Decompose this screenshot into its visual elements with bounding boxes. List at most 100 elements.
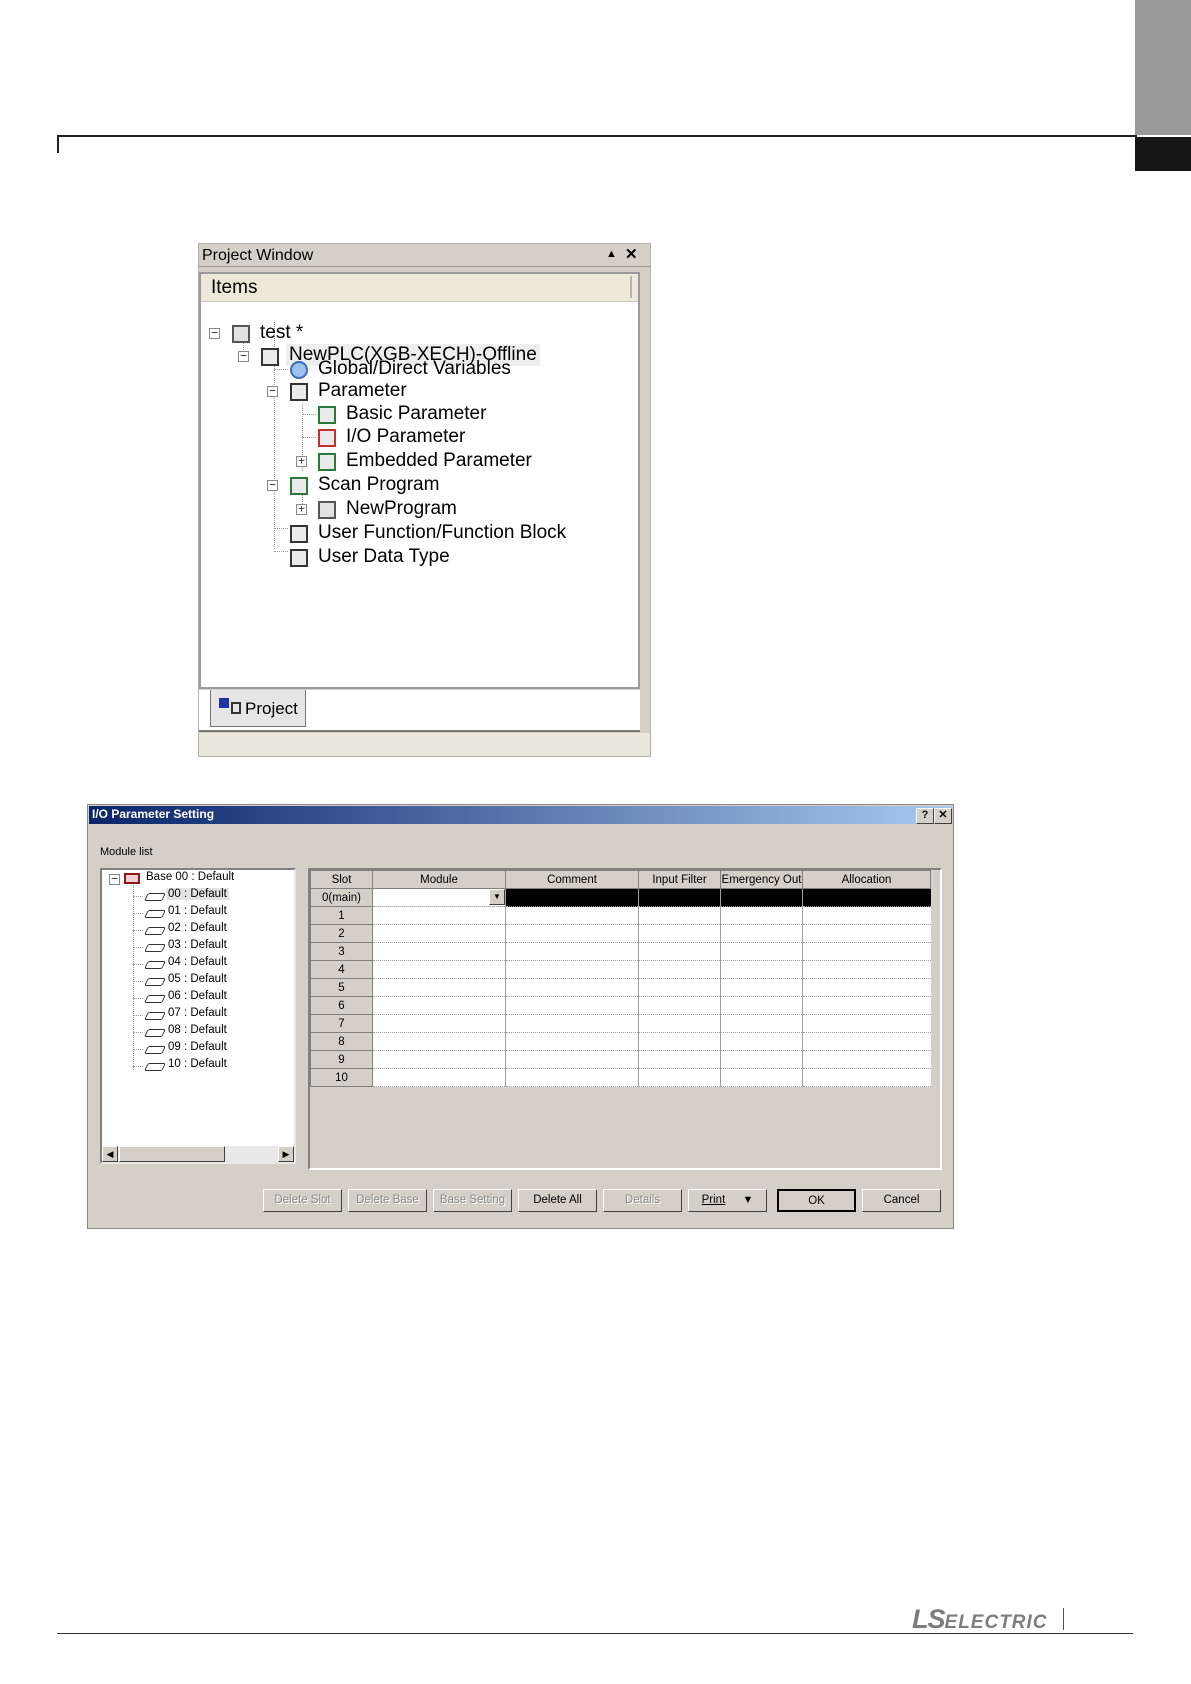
- grid-cell[interactable]: [638, 1032, 721, 1051]
- grid-cell[interactable]: [372, 942, 506, 961]
- delete-all-button[interactable]: Delete All: [518, 1189, 597, 1212]
- grid-cell[interactable]: [372, 1014, 506, 1033]
- slot-item[interactable]: 08 : Default: [168, 1024, 227, 1036]
- slot-item[interactable]: 09 : Default: [168, 1041, 227, 1053]
- table-row[interactable]: 4: [310, 960, 931, 979]
- expand-toggle[interactable]: +: [296, 503, 307, 515]
- grid-cell[interactable]: [505, 978, 639, 997]
- base-setting-button[interactable]: Base Setting: [433, 1189, 512, 1212]
- grid-cell[interactable]: [372, 960, 506, 979]
- table-row[interactable]: 6: [310, 996, 931, 1015]
- slot-item[interactable]: 10 : Default: [168, 1058, 227, 1070]
- help-icon[interactable]: ?: [916, 808, 934, 824]
- collapse-toggle[interactable]: −: [238, 350, 249, 362]
- grid-cell[interactable]: [505, 1050, 639, 1069]
- print-button[interactable]: Print ▼: [688, 1189, 767, 1212]
- grid-cell[interactable]: [372, 906, 506, 925]
- collapse-toggle[interactable]: −: [209, 327, 220, 339]
- table-row[interactable]: 5: [310, 978, 931, 997]
- grid-cell[interactable]: [802, 942, 931, 961]
- grid-cell[interactable]: [638, 978, 721, 997]
- grid-cell[interactable]: [505, 942, 639, 961]
- grid-cell[interactable]: [638, 1050, 721, 1069]
- delete-slot-button[interactable]: Delete Slot: [263, 1189, 342, 1212]
- grid-cell[interactable]: [505, 888, 639, 907]
- grid-cell[interactable]: [720, 942, 803, 961]
- column-header[interactable]: Emergency Out: [720, 870, 803, 889]
- slot-item[interactable]: 06 : Default: [168, 990, 227, 1002]
- details-button[interactable]: Details: [603, 1189, 682, 1212]
- slot-item[interactable]: 02 : Default: [168, 922, 227, 934]
- dropdown-arrow-icon[interactable]: ▼: [489, 889, 505, 905]
- grid-cell[interactable]: [638, 960, 721, 979]
- grid-cell[interactable]: [802, 978, 931, 997]
- tab-project[interactable]: Project: [210, 690, 306, 727]
- grid-cell[interactable]: [638, 924, 721, 943]
- grid-cell[interactable]: [720, 960, 803, 979]
- grid-cell[interactable]: [638, 888, 721, 907]
- slot-item[interactable]: 01 : Default: [168, 905, 227, 917]
- grid-cell[interactable]: [638, 906, 721, 925]
- ok-button[interactable]: OK: [777, 1189, 856, 1212]
- delete-base-button[interactable]: Delete Base: [348, 1189, 427, 1212]
- grid-cell[interactable]: [720, 888, 803, 907]
- grid-cell[interactable]: [505, 1068, 639, 1087]
- pin-icon[interactable]: ▲: [606, 248, 617, 260]
- grid-cell[interactable]: [372, 996, 506, 1015]
- column-header[interactable]: Allocation: [802, 870, 931, 889]
- table-row[interactable]: 2: [310, 924, 931, 943]
- close-icon[interactable]: ✕: [625, 245, 638, 263]
- grid-cell[interactable]: [505, 1014, 639, 1033]
- column-header[interactable]: Slot: [310, 870, 373, 889]
- expand-toggle[interactable]: +: [296, 455, 307, 467]
- column-header[interactable]: Input Filter: [638, 870, 721, 889]
- table-row[interactable]: 0(main) ▼: [310, 888, 931, 907]
- grid-cell[interactable]: [802, 960, 931, 979]
- grid-cell[interactable]: [505, 906, 639, 925]
- grid-cell[interactable]: [802, 1050, 931, 1069]
- module-combo[interactable]: ▼: [372, 888, 506, 907]
- grid-cell[interactable]: [372, 1032, 506, 1051]
- tree-item-test[interactable]: test *: [260, 322, 303, 344]
- items-header[interactable]: Items: [201, 274, 638, 302]
- slot-item[interactable]: 07 : Default: [168, 1007, 227, 1019]
- table-row[interactable]: 3: [310, 942, 931, 961]
- grid-cell[interactable]: [505, 1032, 639, 1051]
- grid-cell[interactable]: [720, 996, 803, 1015]
- scroll-thumb[interactable]: [119, 1146, 225, 1162]
- table-row[interactable]: 8: [310, 1032, 931, 1051]
- scroll-right-icon[interactable]: ▶: [278, 1146, 294, 1162]
- tree-item-scan-program[interactable]: Scan Program: [318, 474, 439, 496]
- grid-cell[interactable]: [802, 1068, 931, 1087]
- grid-cell[interactable]: [802, 1014, 931, 1033]
- slot-item[interactable]: 00 : Default: [166, 888, 229, 900]
- grid-cell[interactable]: [720, 924, 803, 943]
- close-icon[interactable]: ✕: [934, 808, 952, 824]
- grid-cell[interactable]: [505, 996, 639, 1015]
- tree-item-user-data-type[interactable]: User Data Type: [318, 546, 450, 568]
- grid-cell[interactable]: [720, 978, 803, 997]
- tree-item-newprogram[interactable]: NewProgram: [346, 498, 457, 520]
- table-row[interactable]: 7: [310, 1014, 931, 1033]
- column-header[interactable]: Module: [372, 870, 506, 889]
- base-item[interactable]: Base 00 : Default: [146, 871, 234, 883]
- grid-cell[interactable]: [720, 906, 803, 925]
- tree-item-basic-parameter[interactable]: Basic Parameter: [346, 403, 486, 425]
- grid-cell[interactable]: [720, 1032, 803, 1051]
- grid-cell[interactable]: [372, 978, 506, 997]
- grid-cell[interactable]: [505, 960, 639, 979]
- tree-item-io-parameter[interactable]: I/O Parameter: [346, 426, 465, 448]
- grid-cell[interactable]: [802, 1032, 931, 1051]
- table-row[interactable]: 9: [310, 1050, 931, 1069]
- grid-cell[interactable]: [638, 942, 721, 961]
- tree-item-user-function[interactable]: User Function/Function Block: [318, 522, 566, 544]
- grid-cell[interactable]: [802, 888, 931, 907]
- grid-cell[interactable]: [638, 1014, 721, 1033]
- collapse-toggle[interactable]: −: [267, 479, 278, 491]
- grid-cell[interactable]: [638, 996, 721, 1015]
- table-row[interactable]: 10: [310, 1068, 931, 1087]
- grid-cell[interactable]: [372, 924, 506, 943]
- grid-cell[interactable]: [720, 1068, 803, 1087]
- tree-item-parameter[interactable]: Parameter: [318, 380, 407, 402]
- grid-cell[interactable]: [802, 996, 931, 1015]
